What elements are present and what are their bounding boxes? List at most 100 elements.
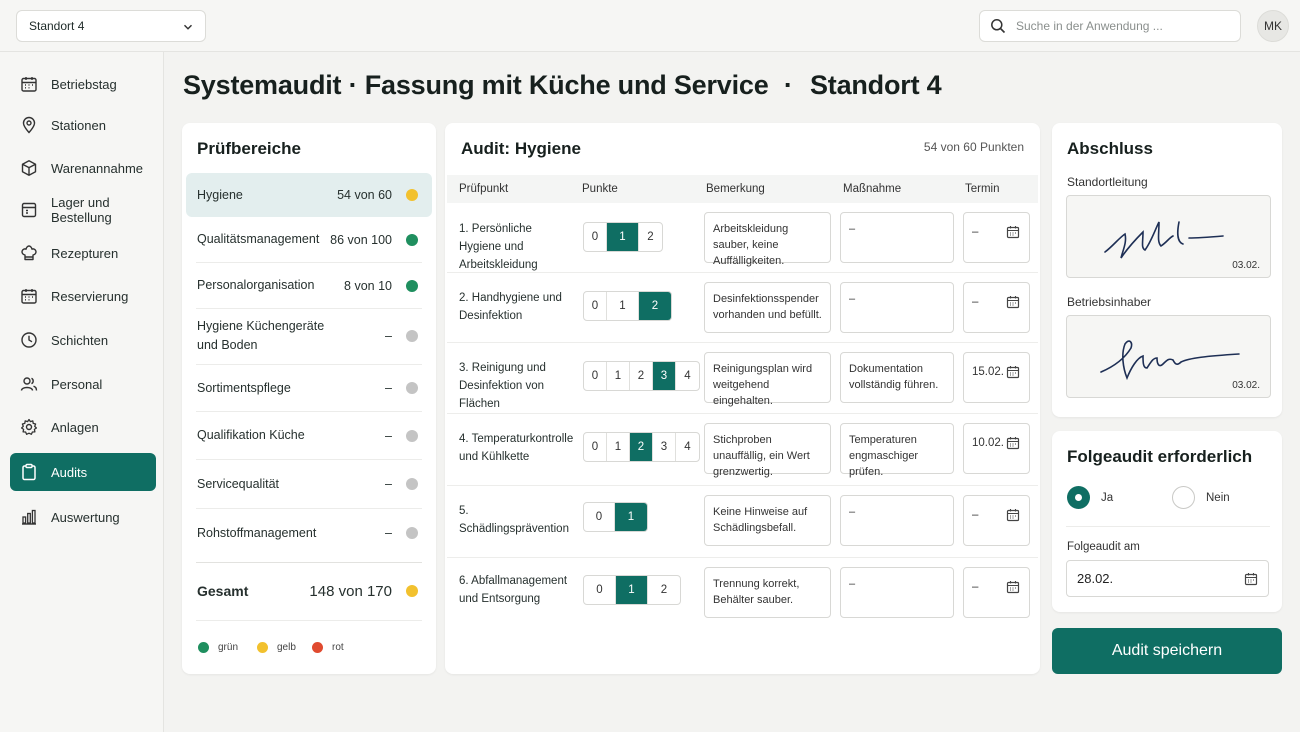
points-option[interactable]: 0 — [584, 433, 607, 461]
category-row-hygiene[interactable]: Hygiene 54 von 60 — [186, 173, 432, 217]
category-name: Qualifikation Küche — [197, 428, 305, 442]
sidebar-item-lager-und-bestellung[interactable]: Lager und Bestellung — [10, 191, 156, 229]
sidebar-item-auswertung[interactable]: Auswertung — [10, 498, 156, 536]
category-score: 54 von 60 — [337, 188, 392, 202]
audit-title: Audit: Hygiene — [461, 139, 581, 158]
points-option[interactable]: 2 — [639, 223, 662, 251]
signature-field-standortleitung[interactable]: 03.02. — [1066, 195, 1271, 278]
sidebar-item-warenannahme[interactable]: Warenannahme — [10, 149, 156, 187]
points-option[interactable]: 0 — [584, 223, 607, 251]
category-name: Personalorganisation — [197, 278, 315, 292]
points-option-selected[interactable]: 1 — [615, 503, 647, 531]
sidebar-item-label: Lager und Bestellung — [51, 195, 112, 225]
points-option[interactable]: 2 — [630, 362, 653, 390]
sidebar-item-betriebstag[interactable]: Betriebstag — [10, 65, 156, 103]
points-option[interactable]: 2 — [648, 576, 680, 604]
audit-row-label: 3. Reinigung und Desinfektion von Fläche… — [459, 362, 546, 410]
column-header-punkte: Punkte — [582, 183, 618, 195]
status-dot-gray — [406, 330, 418, 342]
bar-chart-icon — [22, 509, 36, 525]
points-option-selected[interactable]: 1 — [607, 223, 639, 251]
remark-field[interactable]: Trennung korrekt, Behälter sauber. — [704, 567, 831, 618]
measure-field[interactable]: – — [840, 567, 954, 618]
points-option-selected[interactable]: 2 — [630, 433, 653, 461]
points-option[interactable]: 0 — [584, 576, 616, 604]
status-dot-gray — [406, 382, 418, 394]
measure-field[interactable]: – — [840, 282, 954, 333]
signature-field-betriebsinhaber[interactable]: 03.02. — [1066, 315, 1271, 398]
deadline-field[interactable]: – — [963, 212, 1030, 263]
points-option[interactable]: 0 — [584, 503, 615, 531]
points-option[interactable]: 1 — [607, 433, 630, 461]
points-option[interactable]: 4 — [676, 362, 699, 390]
sidebar-item-schichten[interactable]: Schichten — [10, 321, 156, 359]
legend-dot — [257, 642, 268, 653]
sidebar-item-label: Auswertung — [51, 509, 120, 525]
search-bar[interactable] — [979, 10, 1241, 42]
sidebar-item-audits[interactable]: Audits — [10, 453, 156, 491]
deadline-field[interactable]: 10.02. — [963, 423, 1030, 474]
measure-field[interactable]: Dokumentation vollständig führen. — [840, 352, 954, 403]
sidebar-item-rezepturen[interactable]: Rezepturen — [10, 234, 156, 272]
radio-nein[interactable]: Nein — [1172, 486, 1230, 509]
points-option[interactable]: 0 — [584, 292, 607, 320]
remark-field[interactable]: Reinigungsplan wird weitgehend eingehalt… — [704, 352, 831, 407]
search-input[interactable] — [1016, 19, 1216, 33]
points-option[interactable]: 4 — [676, 433, 699, 461]
audit-row-label: 6. Abfallmanagement und Entsorgung — [459, 575, 568, 605]
audit-score: 54 von 60 Punkten — [923, 140, 1024, 154]
measure-field[interactable]: Temperaturen engmaschiger prüfen. — [840, 423, 954, 478]
location-pin-icon — [22, 116, 36, 134]
remark-field[interactable]: Keine Hinweise auf Schädlingsbefall. — [704, 495, 831, 546]
legend-label: grün — [218, 642, 239, 653]
deadline-field[interactable]: – — [963, 282, 1030, 333]
total-row: Gesamt 148 von 170 — [186, 563, 432, 619]
points-option[interactable]: 3 — [653, 433, 676, 461]
category-row-qualifikation-kueche[interactable]: Qualifikation Küche – — [186, 412, 432, 459]
location-select[interactable]: Standort 4 — [16, 10, 206, 42]
sidebar-item-label: Schichten — [51, 332, 109, 348]
deadline-field[interactable]: – — [963, 567, 1030, 618]
row-divider — [447, 485, 1038, 486]
signature-date: 03.02. — [1232, 260, 1260, 271]
sidebar-item-stationen[interactable]: Stationen — [10, 106, 156, 144]
points-option[interactable]: 1 — [607, 362, 630, 390]
followup-date-field[interactable]: 28.02. — [1066, 560, 1269, 597]
gear-icon — [20, 418, 38, 435]
radio-button — [1172, 486, 1195, 509]
sidebar-item-reservierung[interactable]: Reservierung — [10, 277, 156, 315]
category-name: Rohstoffmanagement — [197, 525, 317, 540]
measure-field[interactable]: – — [840, 495, 954, 546]
category-row-personalorganisation[interactable]: Personalorganisation 8 von 10 — [186, 263, 432, 308]
row-divider — [447, 413, 1038, 414]
category-row-qualitaetsmanagement[interactable]: Qualitätsmanagement 86 von 100 — [186, 217, 432, 262]
category-row-hygiene-kuechengeraete[interactable]: Hygiene Küchengeräte und Boden – — [186, 309, 432, 363]
radio-ja[interactable]: Ja — [1067, 486, 1113, 509]
category-row-rohstoffmanagement[interactable]: Rohstoffmanagement – — [186, 509, 432, 557]
points-option-selected[interactable]: 3 — [653, 362, 676, 390]
remark-field[interactable]: Desinfektionsspender vorhanden und befül… — [704, 282, 831, 333]
points-option-selected[interactable]: 2 — [639, 292, 671, 320]
save-audit-button[interactable]: Audit speichern — [1052, 628, 1282, 674]
clock-icon — [21, 332, 37, 348]
points-option[interactable]: 0 — [584, 362, 607, 390]
points-option-selected[interactable]: 1 — [616, 576, 648, 604]
deadline-field[interactable]: – — [963, 495, 1030, 546]
remark-field[interactable]: Arbeitskleidung sauber, keine Auffälligk… — [704, 212, 831, 267]
points-option[interactable]: 1 — [607, 292, 639, 320]
legend-dot — [312, 642, 323, 653]
sidebar-item-anlagen[interactable]: Anlagen — [10, 408, 156, 446]
category-row-servicequalitaet[interactable]: Servicequalität – — [186, 460, 432, 508]
remark-field[interactable]: Stichproben unauffällig, ein Wert grenzw… — [704, 423, 831, 478]
deadline-value: – — [972, 509, 979, 521]
category-score: – — [385, 477, 392, 491]
total-label: Gesamt — [197, 582, 249, 599]
sidebar-item-personal[interactable]: Personal — [10, 365, 156, 403]
sidebar-item-label: Personal — [51, 376, 103, 392]
category-row-sortimentspflege[interactable]: Sortimentspflege – — [186, 365, 432, 411]
category-name: Sortimentspflege — [197, 380, 291, 395]
measure-field[interactable]: – — [840, 212, 954, 263]
user-avatar[interactable]: MK — [1257, 10, 1289, 42]
category-score: – — [385, 381, 392, 395]
deadline-field[interactable]: 15.02. — [963, 352, 1030, 403]
